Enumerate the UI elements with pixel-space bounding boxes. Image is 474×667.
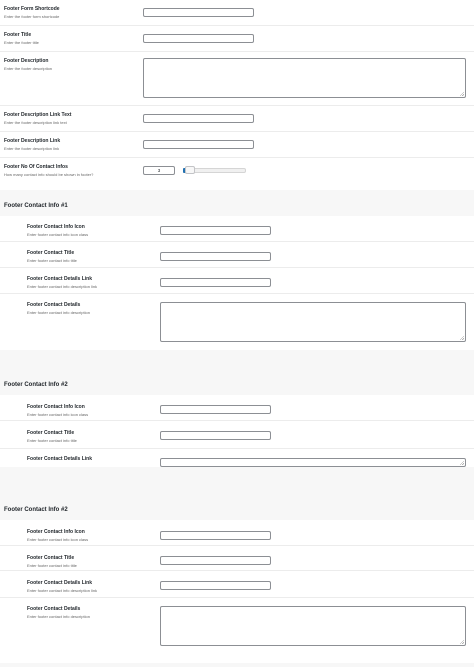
section-title: Footer Contact Info #1: [4, 203, 68, 209]
resize-handle-icon[interactable]: [460, 461, 464, 465]
row-description-link: Footer Description Link Enter the footer…: [0, 132, 474, 158]
contact-title-input[interactable]: [160, 556, 271, 565]
contact-group-2: Footer Contact Info Icon Enter footer co…: [0, 395, 474, 467]
row-footer-description: Footer Description Enter the footer desc…: [0, 52, 474, 106]
field-label: Footer Contact Title: [27, 250, 75, 256]
contact-row-details-link: Footer Contact Details Link Enter footer…: [0, 571, 474, 598]
field-label: Footer Contact Title: [27, 555, 75, 561]
contact-row-icon: Footer Contact Info Icon Enter footer co…: [0, 395, 474, 421]
contact-details-link-input[interactable]: [160, 581, 271, 590]
field-description: Enter the footer description link: [4, 146, 60, 151]
form-shortcode-input[interactable]: [143, 8, 254, 17]
contact-details-textarea[interactable]: [160, 458, 466, 467]
field-description: Enter footer contact info icon class: [27, 412, 89, 417]
resize-handle-icon[interactable]: [460, 336, 464, 340]
contact-group-3: Footer Contact Info Icon Enter footer co…: [0, 520, 474, 663]
field-label: Footer Contact Title: [27, 430, 75, 436]
section-title: Footer Contact Info #2: [4, 507, 68, 513]
field-label: Footer Title: [4, 32, 32, 38]
contact-icon-input[interactable]: [160, 226, 271, 235]
field-label: Footer Form Shortcode: [4, 6, 60, 12]
contact-row-details: Footer Contact Details Enter footer cont…: [0, 294, 474, 350]
contact-row-icon: Footer Contact Info Icon Enter footer co…: [0, 520, 474, 546]
field-description: Enter footer contact info description li…: [27, 284, 98, 289]
field-label: Footer Contact Info Icon: [27, 224, 85, 230]
row-link-text: Footer Description Link Text Enter the f…: [0, 106, 474, 132]
section-title: Footer Contact Info #2: [4, 382, 68, 388]
field-label: Footer Contact Details Link: [27, 456, 93, 462]
field-label: Footer Contact Info Icon: [27, 529, 85, 535]
row-contact-count: Footer No Of Contact Infos How many cont…: [0, 158, 474, 190]
field-label: Footer Contact Info Icon: [27, 404, 85, 410]
field-description: Enter footer contact info description: [27, 614, 90, 619]
contact-details-textarea[interactable]: [160, 606, 466, 646]
contact-row-details: Footer Contact Details Enter footer cont…: [0, 598, 474, 663]
row-form-shortcode: Footer Form Shortcode Enter the footer f…: [0, 0, 474, 26]
field-label: Footer Contact Details Link: [27, 580, 93, 586]
contact-icon-input[interactable]: [160, 531, 271, 540]
field-description: How many contact info should be shown in…: [4, 172, 94, 177]
field-description: Enter footer contact info icon class: [27, 232, 89, 237]
contact-row-details-link: Footer Contact Details Link: [0, 449, 474, 467]
contact-count-number-input[interactable]: 3: [143, 166, 175, 175]
contact-icon-input[interactable]: [160, 405, 271, 414]
contact-row-title: Footer Contact Title Enter footer contac…: [0, 546, 474, 571]
field-description: Enter footer contact info description: [27, 310, 90, 315]
field-label: Footer Contact Details: [27, 606, 81, 612]
contact-details-link-input[interactable]: [160, 278, 271, 287]
link-text-input[interactable]: [143, 114, 254, 123]
field-label: Footer Description Link Text: [4, 112, 72, 118]
field-description: Enter the footer form shortcode: [4, 14, 60, 19]
field-label: Footer Contact Details Link: [27, 276, 93, 282]
contact-details-textarea[interactable]: [160, 302, 466, 342]
footer-description-textarea[interactable]: [143, 58, 466, 98]
field-description: Enter footer contact info title: [27, 563, 77, 568]
field-label: Footer Contact Details: [27, 302, 81, 308]
field-label: Footer Description: [4, 58, 49, 64]
field-description: Enter footer contact info description li…: [27, 588, 98, 593]
resize-handle-icon[interactable]: [460, 92, 464, 96]
resize-handle-icon[interactable]: [460, 640, 464, 644]
contact-row-title: Footer Contact Title Enter footer contac…: [0, 421, 474, 449]
row-footer-title: Footer Title Enter the footer title: [0, 26, 474, 52]
field-description: Enter the footer description: [4, 66, 53, 71]
field-label: Footer No Of Contact Infos: [4, 164, 68, 170]
field-label: Footer Description Link: [4, 138, 61, 144]
contact-row-title: Footer Contact Title Enter footer contac…: [0, 242, 474, 268]
contact-row-icon: Footer Contact Info Icon Enter footer co…: [0, 216, 474, 242]
field-description: Enter the footer description link text: [4, 120, 67, 125]
description-link-input[interactable]: [143, 140, 254, 149]
contact-group-1: Footer Contact Info Icon Enter footer co…: [0, 216, 474, 350]
footer-title-input[interactable]: [143, 34, 254, 43]
field-description: Enter footer contact info title: [27, 258, 77, 263]
contact-title-input[interactable]: [160, 252, 271, 261]
field-description: Enter the footer title: [4, 40, 39, 45]
field-description: Enter footer contact info title: [27, 438, 77, 443]
contact-title-input[interactable]: [160, 431, 271, 440]
contact-row-details-link: Footer Contact Details Link Enter footer…: [0, 268, 474, 294]
slider-handle[interactable]: [185, 166, 195, 174]
field-description: Enter footer contact info icon class: [27, 537, 89, 542]
